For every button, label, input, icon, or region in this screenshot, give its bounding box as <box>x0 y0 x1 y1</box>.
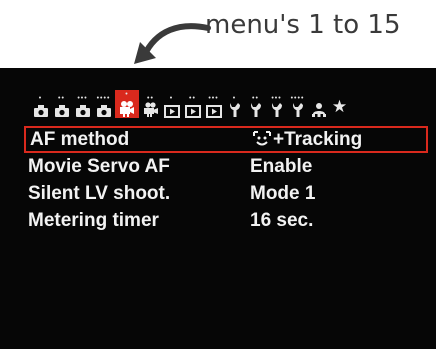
wrench-icon <box>250 103 261 117</box>
camera-shoot-icon <box>75 105 90 117</box>
menu-item-metering-timer[interactable]: Metering timer 16 sec. <box>28 207 428 234</box>
wrench-icon <box>292 103 303 117</box>
tab-dots: •••• <box>290 95 305 102</box>
menu-item-silent-lv-shoot[interactable]: Silent LV shoot. Mode 1 <box>28 180 428 207</box>
tab-shooting-1[interactable]: • <box>30 94 51 118</box>
menu-item-label: AF method <box>30 128 130 150</box>
wrench-icon <box>229 103 240 117</box>
movie-camera-icon <box>120 101 134 117</box>
camera-shoot-icon <box>33 105 48 117</box>
menu-item-label: Silent LV shoot. <box>28 182 171 204</box>
tab-dots: • <box>38 95 43 102</box>
wrench-icon <box>271 103 282 117</box>
menu-item-value: Mode 1 <box>250 182 316 204</box>
tab-dots: ••• <box>271 95 282 102</box>
af-method-value-text: +Tracking <box>273 128 363 150</box>
tab-dots: •••• <box>96 95 111 102</box>
tab-setup-4[interactable]: •••• <box>287 94 308 118</box>
camera-shoot-icon <box>54 105 69 117</box>
my-menu-star-icon: ★ <box>331 97 348 117</box>
face-detection-icon <box>253 131 271 146</box>
tab-playback-2[interactable]: •• <box>182 94 203 118</box>
tab-dots: ••• <box>208 95 219 102</box>
playback-icon <box>184 105 201 118</box>
tab-shooting-4[interactable]: •••• <box>93 94 114 118</box>
tab-setup-3[interactable]: ••• <box>266 94 287 118</box>
playback-icon <box>163 105 180 118</box>
tab-dots: • <box>125 91 129 98</box>
custom-function-icon <box>311 103 326 117</box>
tab-movie-2[interactable]: •• <box>140 94 161 118</box>
annotation-text: menu's 1 to 15 <box>205 10 401 40</box>
tab-dots: • <box>169 95 174 102</box>
menu-tab-bar: • •• ••• •••• • •• • •• ••• • •• ••• •••… <box>30 88 430 118</box>
menu-list: AF method +Tracking Movie Servo AF Enabl… <box>24 126 428 234</box>
tab-dots: •• <box>252 95 259 102</box>
camera-shoot-icon <box>96 105 111 117</box>
tab-shooting-2[interactable]: •• <box>51 94 72 118</box>
menu-item-af-method[interactable]: AF method +Tracking <box>24 126 428 153</box>
tab-dots: •• <box>147 95 154 102</box>
playback-icon <box>205 105 222 118</box>
tab-custom-functions[interactable] <box>308 94 329 118</box>
tab-playback-3[interactable]: ••• <box>203 94 224 118</box>
tab-shooting-3[interactable]: ••• <box>72 94 93 118</box>
menu-item-label: Metering timer <box>28 209 159 231</box>
curved-arrow-icon <box>134 23 211 64</box>
camera-menu-screen: • •• ••• •••• • •• • •• ••• • •• ••• •••… <box>0 68 436 349</box>
menu-item-value: Enable <box>250 155 313 177</box>
menu-item-movie-servo-af[interactable]: Movie Servo AF Enable <box>28 153 428 180</box>
menu-item-label: Movie Servo AF <box>28 155 170 177</box>
tab-setup-1[interactable]: • <box>224 94 245 118</box>
annotation-overlay: menu's 1 to 15 <box>0 0 436 68</box>
tab-playback-1[interactable]: • <box>161 94 182 118</box>
tab-dots: ••• <box>77 95 88 102</box>
tab-movie-1[interactable]: • <box>115 90 139 118</box>
menu-item-value: 16 sec. <box>250 209 314 231</box>
tab-dots: •• <box>189 95 196 102</box>
tab-setup-2[interactable]: •• <box>245 94 266 118</box>
tab-dots: • <box>232 95 237 102</box>
menu-item-value: +Tracking <box>252 129 362 151</box>
tab-my-menu[interactable]: ★ <box>329 94 350 118</box>
tab-dots: •• <box>58 95 65 102</box>
movie-camera-icon <box>143 102 158 117</box>
